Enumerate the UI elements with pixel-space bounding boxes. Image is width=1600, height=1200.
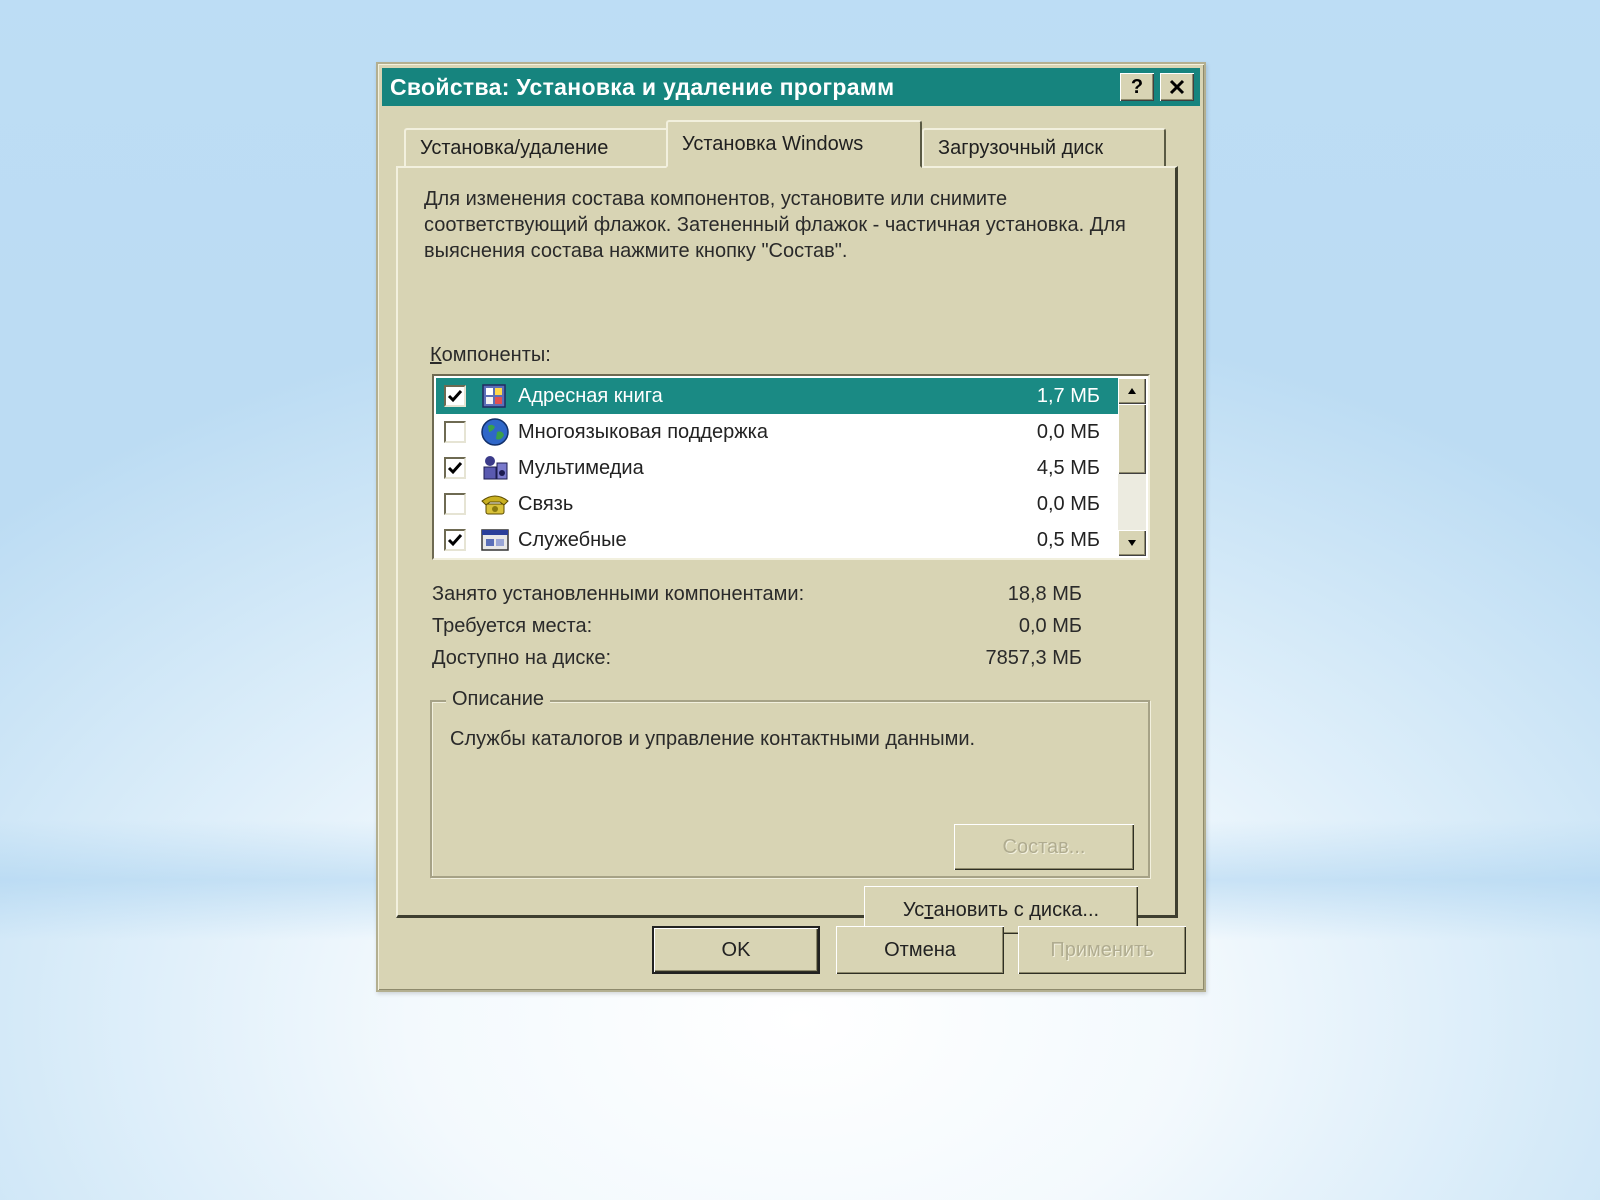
component-name: Мультимедиа — [518, 456, 644, 479]
component-checkbox[interactable] — [444, 529, 466, 551]
scroll-thumb[interactable] — [1118, 404, 1146, 474]
components-label: Компоненты: — [430, 344, 551, 367]
tab-startup-disk[interactable]: Загрузочный диск — [922, 128, 1166, 166]
ok-button[interactable]: OK — [652, 926, 820, 974]
close-button[interactable] — [1160, 73, 1194, 101]
components-list[interactable]: Адресная книга 1,7 МБ Многоязыковая подд… — [432, 374, 1150, 560]
component-checkbox[interactable] — [444, 421, 466, 443]
arrow-down-icon — [1128, 540, 1136, 546]
stat-label: Доступно на диске: — [432, 646, 612, 669]
disk-stats: Занято установленными компонентами: 18,8… — [432, 578, 1082, 674]
tab-install-remove[interactable]: Установка/удаление — [404, 128, 670, 166]
intro-text: Для изменения состава компонентов, устан… — [424, 188, 1126, 262]
stat-value: 0,0 МБ — [1018, 614, 1082, 637]
install-label-b: ановить с диска... — [933, 898, 1100, 921]
description-group: Описание Службы каталогов и управление к… — [430, 688, 1150, 878]
component-checkbox[interactable] — [444, 457, 466, 479]
properties-dialog: Свойства: Установка и удаление программ … — [376, 62, 1206, 992]
component-checkbox[interactable] — [444, 493, 466, 515]
list-scrollbar[interactable] — [1118, 378, 1146, 556]
globe-icon — [478, 417, 512, 447]
component-name: Связь — [518, 492, 574, 515]
title-bar[interactable]: Свойства: Установка и удаление программ … — [382, 68, 1200, 106]
tab-label: Установка Windows — [682, 132, 864, 155]
system-tools-icon — [478, 525, 512, 555]
stat-required: Требуется места: 0,0 МБ — [432, 610, 1082, 642]
list-item[interactable]: Связь 0,0 МБ — [436, 486, 1118, 522]
scroll-down-button[interactable] — [1118, 530, 1146, 556]
check-icon — [447, 534, 463, 547]
phone-icon — [478, 489, 512, 519]
help-button[interactable]: ? — [1120, 73, 1154, 101]
stat-installed: Занято установленными компонентами: 18,8… — [432, 578, 1082, 610]
address-book-icon — [478, 381, 512, 411]
list-item[interactable]: Служебные 0,5 МБ — [436, 522, 1118, 558]
close-icon — [1169, 79, 1185, 95]
tab-strip: Установка/удаление Установка Windows Заг… — [398, 120, 1188, 168]
components-label-rest: омпоненты: — [441, 344, 551, 366]
stat-value: 7857,3 МБ — [985, 646, 1082, 669]
install-label-accel: т — [924, 898, 934, 921]
list-item[interactable]: Мультимедиа 4,5 МБ — [436, 450, 1118, 486]
install-label-a: Ус — [902, 898, 925, 921]
component-size: 0,0 МБ — [1036, 420, 1100, 443]
component-size: 1,7 МБ — [1036, 384, 1100, 407]
help-icon: ? — [1130, 75, 1144, 98]
scroll-up-button[interactable] — [1118, 378, 1146, 404]
components-label-accel: К — [430, 344, 442, 366]
check-icon — [447, 462, 463, 475]
multimedia-icon — [478, 453, 512, 483]
component-checkbox[interactable] — [444, 385, 466, 407]
description-title: Описание — [446, 688, 551, 711]
check-icon — [447, 390, 463, 403]
tab-panel: Для изменения состава компонентов, устан… — [396, 166, 1178, 934]
description-text: Службы каталогов и управление контактным… — [450, 728, 976, 750]
component-size: 0,5 МБ — [1036, 528, 1100, 551]
stat-label: Требуется места: — [432, 614, 593, 637]
tab-windows-setup[interactable]: Установка Windows — [666, 120, 922, 168]
component-size: 0,0 МБ — [1036, 492, 1100, 515]
stat-value: 18,8 МБ — [1007, 582, 1082, 605]
tab-label: Загрузочный диск — [938, 136, 1104, 159]
stat-label: Занято установленными компонентами: — [432, 582, 805, 605]
component-name: Служебные — [518, 528, 627, 551]
component-name: Адресная книга — [518, 384, 663, 407]
details-button[interactable]: Состав... — [954, 824, 1134, 870]
component-size: 4,5 МБ — [1036, 456, 1100, 479]
arrow-up-icon — [1128, 388, 1136, 394]
list-item[interactable]: Адресная книга 1,7 МБ — [436, 378, 1118, 414]
list-item[interactable]: Многоязыковая поддержка 0,0 МБ — [436, 414, 1118, 450]
window-title: Свойства: Установка и удаление программ — [390, 73, 895, 100]
tab-label: Установка/удаление — [420, 136, 609, 159]
component-name: Многоязыковая поддержка — [518, 420, 768, 443]
apply-button[interactable]: Применить — [1018, 926, 1186, 974]
stat-available: Доступно на диске: 7857,3 МБ — [432, 642, 1082, 674]
cancel-button[interactable]: Отмена — [836, 926, 1004, 974]
